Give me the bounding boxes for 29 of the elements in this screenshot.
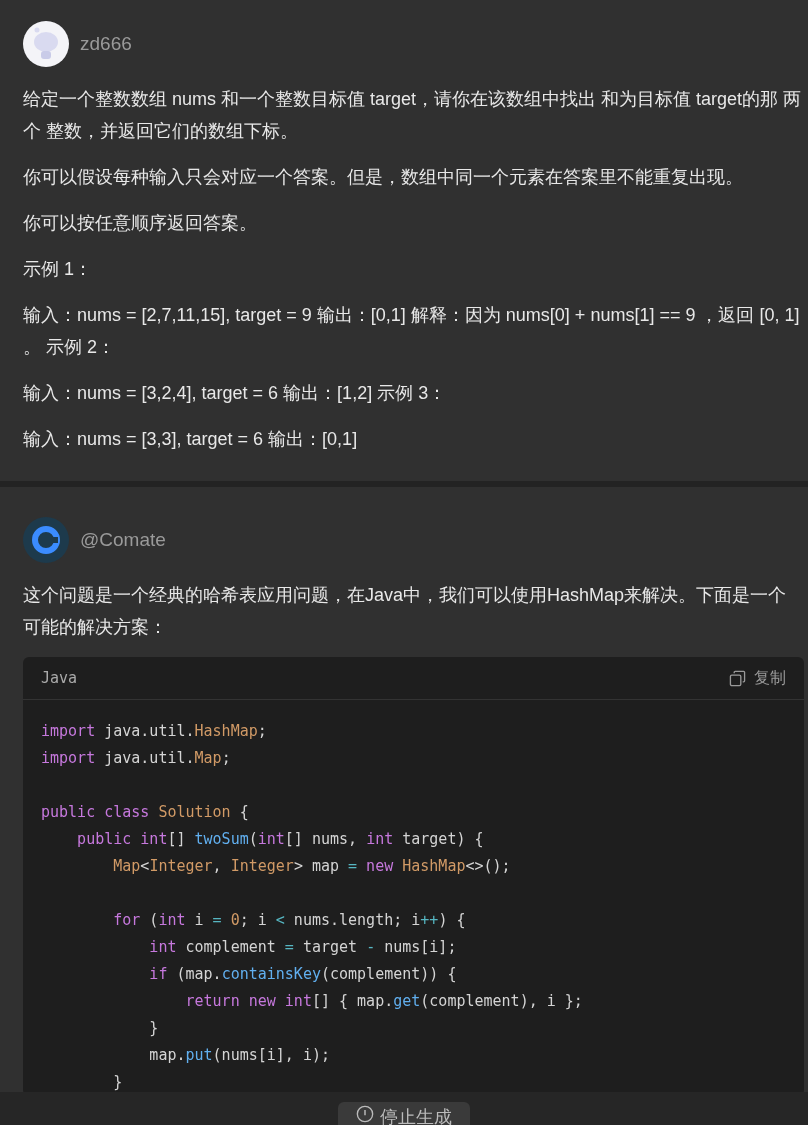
code-line: import java.util.HashMap; [41, 721, 268, 742]
stop-button[interactable]: 停止生成 [338, 1102, 470, 1125]
message-text: 示例 1： [23, 258, 93, 281]
message-text: 这个问题是一个经典的哈希表应用问题，在Java中，我们可以使用HashMap来解决。下面是一个可能的解决方案： [23, 584, 788, 639]
copy-button[interactable]: 复制 [729, 667, 786, 689]
code-line: Map<Integer, Integer> map = new HashMap<>(); [112, 856, 512, 877]
message-text: 输入：nums = [3,3], target = 6 输出：[0,1] [23, 428, 359, 451]
code-line: return new int[] { map.get(complement), i }; [184, 991, 584, 1012]
message-text: 输入：nums = [2,7,11,15], target = 9 输出：[0,1] 解释：因为 nums[0] + nums[1] == 9 ，返回 [0, 1] 。 示例 2： [23, 304, 801, 359]
copy-icon [729, 669, 746, 687]
code-line: if (map.containsKey(complement)) { [148, 964, 458, 985]
message-text: 你可以按任意顺序返回答案。 [23, 212, 258, 235]
author-name: zd666 [80, 33, 132, 55]
code-line: public class Solution { [41, 802, 250, 823]
code-language: Java [41, 669, 78, 687]
message-text: 你可以假设每种输入只会对应一个答案。但是，数组中同一个元素在答案里不能重复出现。 [23, 166, 744, 189]
stop-icon [356, 1105, 374, 1123]
code-line: for (int i = 0; i < nums.length; i++) { [112, 910, 467, 931]
code-line: map.put(nums[i], i); [148, 1045, 331, 1066]
code-line: } [148, 1018, 160, 1039]
avatar [23, 21, 69, 67]
author-name: @Comate [80, 529, 166, 551]
code-line: import java.util.Map; [41, 748, 232, 769]
message-text: 给定一个整数数组 nums 和一个整数目标值 target，请你在该数组中找出 和为目标值 target的那 两个 整数，并返回它们的数组下标。 [23, 88, 803, 143]
logo-icon [23, 517, 69, 563]
message-text: 输入：nums = [3,2,4], target = 6 输出：[1,2] 示例 3： [23, 382, 448, 405]
code-line: int complement = target - nums[i]; [148, 937, 458, 958]
code-line: public int[] twoSum(int[] nums, int target) { [76, 829, 485, 850]
code-line: } [112, 1072, 124, 1093]
